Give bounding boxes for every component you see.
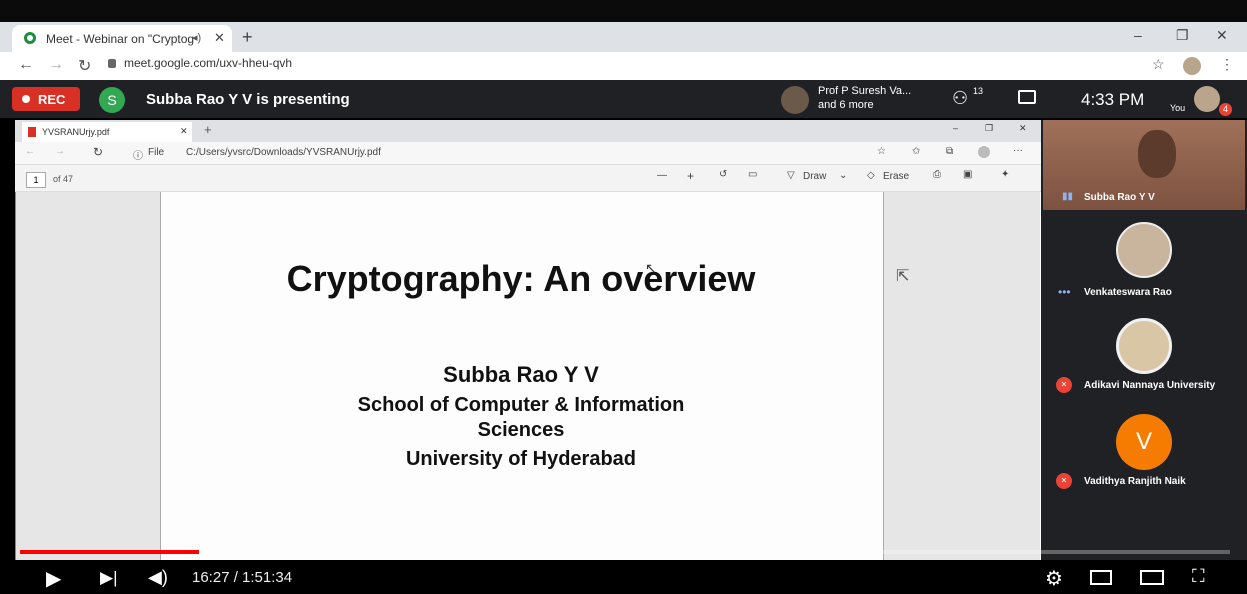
university-logo-avatar[interactable] xyxy=(1116,318,1172,374)
people-count: 13 xyxy=(973,86,984,96)
mic-muted-icon: ✕ xyxy=(1056,473,1072,489)
new-tab-button[interactable]: + xyxy=(242,27,253,48)
pdf-tab[interactable]: YVSRANUrjy.pdf ✕ xyxy=(22,122,192,142)
volume-icon[interactable]: ◀) xyxy=(148,567,168,588)
pdf-tab-title: YVSRANUrjy.pdf xyxy=(42,127,110,137)
file-path[interactable]: C:/Users/yvsrc/Downloads/YVSRANUrjy.pdf xyxy=(186,147,381,158)
lock-icon xyxy=(108,59,116,68)
pdf-forward-icon[interactable]: → xyxy=(55,146,65,157)
speaker-icon[interactable]: ◂) xyxy=(192,31,201,44)
participant-initial-avatar[interactable]: V xyxy=(1116,414,1172,470)
self-avatar[interactable] xyxy=(1194,86,1220,112)
pdf-tab-close-icon[interactable]: ✕ xyxy=(180,126,188,137)
you-label: You xyxy=(1170,103,1186,113)
reload-icon[interactable]: ↻ xyxy=(78,56,91,76)
participant-name: Prof P Suresh Va... xyxy=(818,85,912,97)
rotate-icon[interactable]: ↺ xyxy=(719,169,727,180)
pdf-address-bar: ← → ↻ ⓘ File C:/Users/yvsrc/Downloads/YV… xyxy=(15,142,1041,165)
participant-name: Adikavi Nannaya University xyxy=(1084,380,1216,391)
pdf-menu-icon[interactable]: ··· xyxy=(1013,145,1023,156)
pdf-maximize-button[interactable]: ❐ xyxy=(985,123,993,134)
progress-fill xyxy=(20,550,200,554)
more-options-icon[interactable]: ••• xyxy=(1058,285,1071,299)
speaking-indicator-icon: ▮▮ xyxy=(1062,191,1074,202)
pin-icon[interactable]: ✦ xyxy=(1001,169,1009,180)
draw-chevron-icon[interactable]: ⌄ xyxy=(839,170,847,181)
zoom-in-icon[interactable]: + xyxy=(687,169,694,183)
url-field[interactable]: meet.google.com/uxv-hheu-qvh xyxy=(108,56,1138,76)
settings-gear-icon[interactable]: ⚙ xyxy=(1045,566,1063,591)
print-icon[interactable]: ⎙ xyxy=(933,169,941,180)
pdf-file-icon xyxy=(28,127,36,137)
minimize-button[interactable]: – xyxy=(1134,27,1142,43)
time-display: 16:27 / 1:51:34 xyxy=(192,569,293,586)
page-number-input[interactable]: 1 xyxy=(26,172,46,188)
recording-badge: REC xyxy=(12,87,80,111)
participant-avatar[interactable] xyxy=(1116,222,1172,278)
profile-avatar[interactable] xyxy=(1183,57,1201,75)
participant-video-face xyxy=(1138,130,1176,178)
top-strip xyxy=(0,0,1247,22)
pdf-profile-icon[interactable] xyxy=(978,146,990,158)
maximize-button[interactable]: ❐ xyxy=(1176,27,1189,44)
miniplayer-icon[interactable] xyxy=(1090,570,1112,585)
pdf-back-icon[interactable]: ← xyxy=(25,146,35,157)
menu-dots-icon[interactable]: ⋮ xyxy=(1220,56,1234,73)
draw-icon[interactable]: ▽ xyxy=(787,170,795,181)
back-arrow-icon[interactable]: ← xyxy=(18,56,34,74)
erase-icon[interactable]: ◇ xyxy=(867,170,875,181)
pdf-new-tab-button[interactable]: + xyxy=(204,122,212,137)
draw-label[interactable]: Draw xyxy=(803,171,826,182)
progress-bar[interactable] xyxy=(20,550,1230,554)
browser-tab-meet[interactable]: Meet - Webinar on "Cryptog ◂) ✕ xyxy=(12,25,232,52)
presenter-avatar: S xyxy=(99,87,125,113)
pdf-minimize-button[interactable]: – xyxy=(953,123,958,133)
participant-avatar xyxy=(781,86,809,114)
notification-badge: 4 xyxy=(1219,103,1232,116)
info-icon: ⓘ xyxy=(133,151,143,162)
slide-school-line1: School of Computer & Information xyxy=(357,394,685,416)
erase-label[interactable]: Erase xyxy=(883,171,909,182)
participant-name: Venkateswara Rao xyxy=(1084,287,1172,298)
fullscreen-icon[interactable]: ⛶ xyxy=(1192,566,1205,587)
pointer-icon: ⇱ xyxy=(896,268,910,285)
next-icon[interactable]: ▶| xyxy=(100,568,118,588)
tab-close-icon[interactable]: ✕ xyxy=(214,30,225,46)
url-text: meet.google.com/uxv-hheu-qvh xyxy=(124,56,293,70)
page-total: of 47 xyxy=(53,174,74,184)
mic-muted-icon: ✕ xyxy=(1056,377,1072,393)
forward-arrow-icon[interactable]: → xyxy=(48,56,64,74)
participant-name: Vadithya Ranjith Naik xyxy=(1084,476,1186,487)
pdf-reload-icon[interactable]: ↻ xyxy=(93,145,103,159)
rec-label: REC xyxy=(38,92,66,107)
slide-title: Cryptography: An overview xyxy=(286,258,756,299)
chat-icon[interactable] xyxy=(1018,90,1036,104)
pdf-toolbar: — + ↺ ▭ ▽ Draw ⌄ ◇ Erase ⎙ ▣ ✦ xyxy=(15,165,1041,192)
close-window-button[interactable]: ✕ xyxy=(1216,27,1228,44)
participant-name: Subba Rao Y V xyxy=(1084,192,1155,203)
people-icon[interactable]: ⚇ xyxy=(952,88,968,109)
clock: 4:33 PM xyxy=(1081,90,1145,109)
meet-tab-icon xyxy=(24,32,36,44)
play-icon[interactable]: ▶ xyxy=(46,566,61,591)
collections-icon[interactable]: ⧉ xyxy=(946,146,953,157)
participants-summary[interactable]: Prof P Suresh Va... and 6 more xyxy=(818,84,911,112)
pdf-close-button[interactable]: ✕ xyxy=(1019,123,1027,134)
tab-title: Meet - Webinar on "Cryptog xyxy=(46,32,195,46)
zoom-out-icon[interactable]: — xyxy=(657,170,667,181)
fit-page-icon[interactable]: ▭ xyxy=(748,169,757,180)
pdf-star-icon[interactable]: ☆ xyxy=(877,146,886,157)
presenting-text: Subba Rao Y V is presenting xyxy=(146,91,350,108)
cursor-icon: ↖ xyxy=(645,260,657,276)
file-scheme: File xyxy=(148,147,165,158)
slide-author: Subba Rao Y V xyxy=(443,362,599,387)
bookmark-star-icon[interactable]: ☆ xyxy=(1152,56,1165,73)
favorites-icon[interactable]: ✩ xyxy=(912,146,920,157)
save-icon[interactable]: ▣ xyxy=(963,169,972,180)
more-count: and 6 more xyxy=(818,99,874,111)
slide-school-line2: Sciences xyxy=(477,419,565,441)
theater-mode-icon[interactable] xyxy=(1140,570,1164,585)
slide-university: University of Hyderabad xyxy=(405,448,637,470)
record-dot-icon xyxy=(22,95,30,103)
